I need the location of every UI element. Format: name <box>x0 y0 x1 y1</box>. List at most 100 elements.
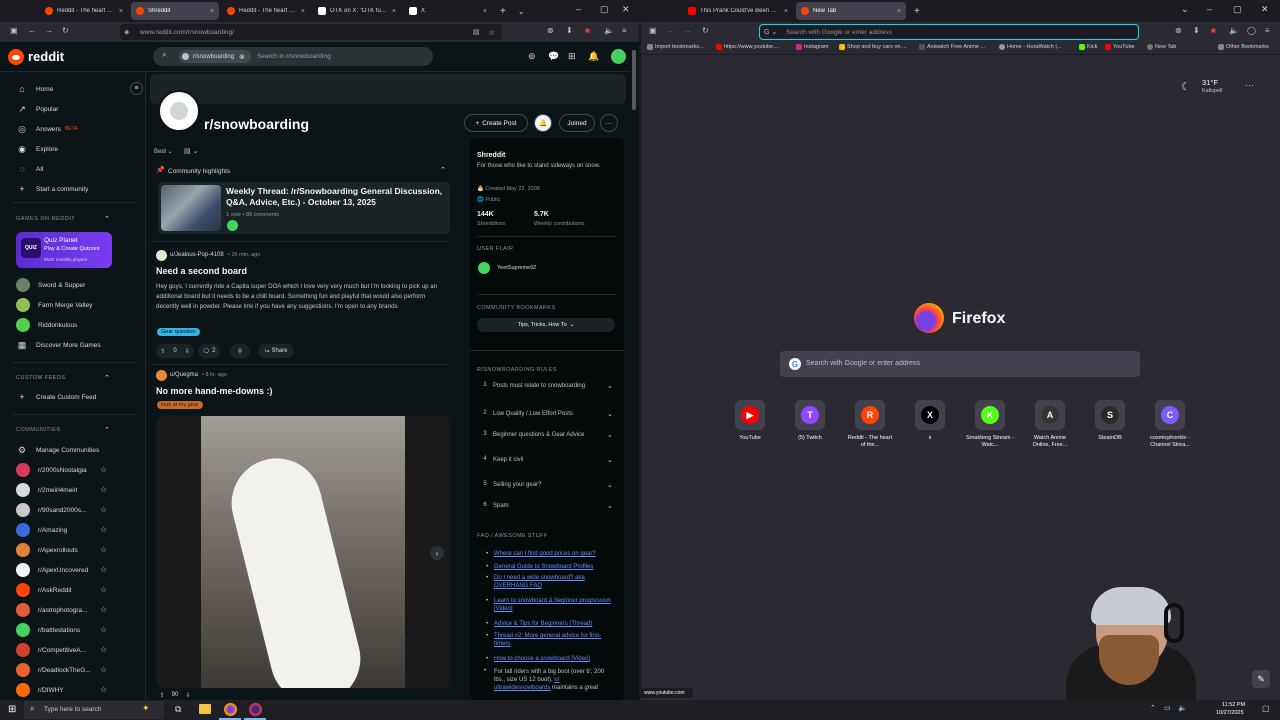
list-tabs-chevron-icon[interactable]: ⌄ <box>1181 4 1189 15</box>
extension-icon[interactable]: ⊗ <box>547 26 554 35</box>
shortcut-tile[interactable]: X <box>915 400 945 430</box>
reddit-logo-icon[interactable] <box>8 49 24 65</box>
tray-overflow-icon[interactable]: ⌃ <box>1150 704 1156 712</box>
post-title[interactable]: Need a second board <box>156 266 247 276</box>
faq-link[interactable]: Advice & Tips for Beginners (Thread) <box>486 620 616 628</box>
forward-icon[interactable]: → <box>45 26 53 35</box>
collapse-chevron-icon[interactable]: ⌃ <box>440 166 446 174</box>
community-search-chip[interactable]: r/snowboarding ⊗ <box>179 50 251 63</box>
create-plus-icon[interactable]: ⊞ <box>568 51 576 62</box>
bookmark-import[interactable]: Import bookmarks... <box>647 44 704 50</box>
user-avatar[interactable] <box>611 49 626 64</box>
clock-time[interactable]: 11:52 PM <box>1222 702 1245 708</box>
chevron-down-icon[interactable]: ⌄ <box>607 456 617 465</box>
quiz-planet-card[interactable]: QUIZ Quiz Planet Play & Create Quizzes 9… <box>16 232 112 268</box>
sidebar-item-answers[interactable]: ◎ Answers BETA <box>16 122 78 136</box>
task-view-icon[interactable]: ⧉ <box>175 704 181 715</box>
sidebar-item-all[interactable]: ◌ All <box>16 162 43 176</box>
shortcut-tile[interactable]: ▶ <box>735 400 765 430</box>
rule-item[interactable]: 2 Low Quality / Low Effort Posts ⌄ <box>477 410 617 419</box>
shortcut-tile[interactable]: C <box>1155 400 1185 430</box>
bookmark-star-icon[interactable]: ☆ <box>488 28 495 37</box>
post-author[interactable]: u/Quegma <box>170 372 198 378</box>
chevron-down-icon[interactable]: ⌄ <box>607 481 617 490</box>
new-tab-plus-icon[interactable]: + <box>914 6 920 17</box>
sidebar-community-item[interactable]: r/2000sNostalgia <box>16 463 87 477</box>
bookmark-kick[interactable]: Kick <box>1079 44 1097 50</box>
chevron-down-icon[interactable]: ⌄ <box>607 382 617 391</box>
taskbar-search-box[interactable]: ⌕ Type here to search ✦ <box>24 701 164 719</box>
sidebar-game-farm-merge[interactable]: Farm Merge Valley <box>16 298 92 312</box>
close-tab-icon[interactable]: × <box>119 8 123 15</box>
bookmark-aniwatch[interactable]: Aniwatch Free Anime ... <box>919 44 985 50</box>
faq-link[interactable]: Do I need a wide snowboard? aka OVERHANG… <box>486 574 616 590</box>
tab-new-tab[interactable]: New Tab × <box>796 2 906 20</box>
share-button[interactable]: ↪ Share <box>258 344 294 358</box>
volume-icon[interactable]: 🔈 <box>1178 704 1187 712</box>
notifications-icon[interactable]: ▢ <box>1262 704 1270 713</box>
vote-control[interactable]: ⇧ 90 ⇩ <box>156 692 194 700</box>
close-window-icon[interactable]: ✕ <box>622 4 630 15</box>
scrollbar-thumb[interactable] <box>632 50 636 110</box>
shortcut-tile[interactable]: T <box>795 400 825 430</box>
top-site-shortcut[interactable]: T (5) Twitch <box>785 400 835 442</box>
user-flair-name[interactable]: YeetSupreme92 <box>497 265 536 271</box>
favorite-star-icon[interactable]: ☆ <box>100 565 107 574</box>
minimize-icon[interactable]: – <box>576 4 581 14</box>
downloads-icon[interactable]: ⬇ <box>566 26 573 35</box>
weather-temp[interactable]: 31°F <box>1202 78 1218 87</box>
chip-remove-icon[interactable]: ⊗ <box>239 53 245 61</box>
firefox-private-taskbar-icon[interactable] <box>249 703 262 716</box>
post-card[interactable]: u/Quegma • 8 hr. ago No more hand-me-dow… <box>150 368 450 700</box>
faq-link[interactable]: How to choose a snowboard [Video] <box>486 655 616 663</box>
close-tab-icon[interactable]: × <box>392 8 396 15</box>
sidebar-community-item[interactable]: r/AskReddit <box>16 583 72 597</box>
shortcut-tile[interactable]: A <box>1035 400 1065 430</box>
favorite-star-icon[interactable]: ☆ <box>100 685 107 694</box>
tab-reddit-2[interactable]: Reddit - The heart of the × <box>222 2 310 20</box>
sort-dropdown[interactable]: Best ⌄ <box>154 148 173 155</box>
sidebar-community-item[interactable]: r/CompetitiveA... <box>16 643 86 657</box>
rule-item[interactable]: 5 Selling your gear? ⌄ <box>477 481 617 490</box>
close-tab-icon[interactable]: × <box>301 8 305 15</box>
collapse-chevron-icon[interactable]: ⌃ <box>104 426 110 434</box>
faq-link[interactable]: Where can I find good prices on gear? <box>486 550 616 558</box>
account-icon[interactable]: ◯ <box>1247 26 1256 35</box>
favorite-star-icon[interactable]: ☆ <box>100 605 107 614</box>
rule-item[interactable]: 6 Spam ⌄ <box>477 502 617 511</box>
rule-item[interactable]: 3 Beginner questions & Gear Advice ⌄ <box>477 431 617 440</box>
vote-control[interactable]: ⇧ 0 ⇩ <box>156 344 194 358</box>
sidebar-community-item[interactable]: r/DeadlockTheG... <box>16 663 91 677</box>
downloads-icon[interactable]: ⬇ <box>1193 26 1200 35</box>
sidebar-game-riddonkulous[interactable]: Riddonkulous <box>16 318 77 332</box>
reload-icon[interactable]: ↻ <box>62 26 69 35</box>
collapse-nav-icon[interactable]: ≡ <box>130 82 143 95</box>
new-tab-plus-icon[interactable]: + <box>500 6 506 17</box>
favorite-star-icon[interactable]: ☆ <box>100 545 107 554</box>
favorite-star-icon[interactable]: ☆ <box>100 585 107 594</box>
sidebar-community-item[interactable]: r/90sand2000s... <box>16 503 86 517</box>
sidebar-discover-games[interactable]: ▦ Discover More Games <box>16 338 101 352</box>
downvote-icon[interactable]: ⇩ <box>185 692 190 700</box>
post-card[interactable]: u/Jealous-Pop-4108 • 26 min. ago Need a … <box>150 246 450 362</box>
top-site-shortcut[interactable]: ▶ YouTube <box>725 400 775 442</box>
advertise-icon[interactable]: ⊚ <box>528 51 536 62</box>
tab-reddit-1[interactable]: Reddit - The heart of the × <box>40 2 128 20</box>
maximize-icon[interactable]: ▢ <box>1233 4 1242 15</box>
favorite-star-icon[interactable]: ☆ <box>100 525 107 534</box>
network-icon[interactable]: ▭ <box>1164 704 1171 712</box>
back-icon[interactable]: ← <box>28 26 36 35</box>
top-site-shortcut[interactable]: Ccosmicphonktv - Channel Strea... <box>1145 400 1195 449</box>
left-url-bar[interactable]: ◈ www.reddit.com/r/snowboarding/ ▤ ☆ <box>120 24 502 40</box>
sidebar-community-item[interactable]: r/astrophotogra... <box>16 603 88 617</box>
close-tab-icon[interactable]: × <box>483 8 487 15</box>
post-image-gallery[interactable]: › <box>156 416 450 688</box>
rule-item[interactable]: 4 Keep it civil ⌄ <box>477 456 617 465</box>
chat-icon[interactable]: 💬 <box>548 51 559 62</box>
communities-header[interactable]: COMMUNITIES <box>16 427 61 433</box>
tab-shreddit[interactable]: Shreddit × <box>131 2 219 20</box>
gallery-next-icon[interactable]: › <box>430 546 444 560</box>
menu-icon[interactable]: ≡ <box>622 26 627 35</box>
bookmark-cars[interactable]: Shop and buy cars on ... <box>839 44 907 50</box>
page-scrollbar[interactable] <box>630 44 638 700</box>
